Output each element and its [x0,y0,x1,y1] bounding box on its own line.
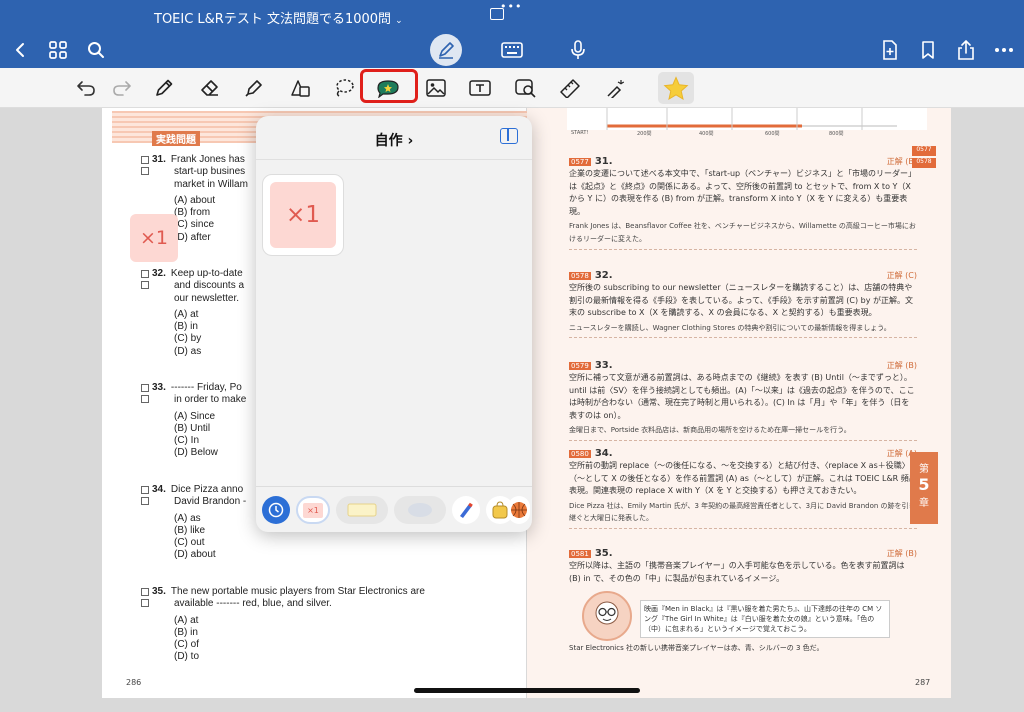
annotation-toolbar [0,68,1024,108]
grid-view-icon[interactable] [44,36,72,64]
keyboard-icon[interactable] [498,36,526,64]
sticker-set-title[interactable]: 自作 › [256,130,532,150]
title-bar: TOEIC L&Rテスト 文法問題でる1000問 ⌄ ••• [0,0,1024,32]
selected-tool-highlight [360,69,418,103]
popover-header: 自作 › [256,116,532,160]
more-icon[interactable] [990,36,1018,64]
search-icon[interactable] [82,36,110,64]
checkbox[interactable] [141,497,149,505]
recent-stickers-button[interactable] [262,496,290,524]
page-number: 286 [126,678,142,687]
bookmark-icon[interactable] [914,36,942,64]
checkbox[interactable] [141,384,149,392]
question-35: 35. The new portable music players from S… [141,586,425,664]
category-memo-button[interactable] [336,496,388,524]
add-page-icon[interactable] [876,36,904,64]
document-title[interactable]: TOEIC L&Rテスト 文法問題でる1000問 ⌄ [154,8,403,27]
category-ball-button[interactable] [508,496,530,524]
question-32: 32. Keep up-to-date and discounts a our n… [141,268,244,358]
favorite-sticker-button[interactable] [658,72,694,104]
memo-icon [347,503,377,517]
author-avatar [582,591,632,641]
highlighter-icon[interactable] [240,74,268,102]
category-tools-button[interactable] [452,496,480,524]
eraser-icon[interactable] [196,74,224,102]
checkbox[interactable] [141,486,149,494]
answer-entry-35: 0581 35. 正解 (B) 空所以降は、主語の「携帯音楽プレイヤー」の入手可能… [569,548,917,583]
pen-icon [439,42,454,59]
answer-35-translation: Star Electronics 社の新しい携帯音楽プレイヤーは赤、青、シルバー… [569,644,824,652]
checkbox[interactable] [141,588,149,596]
nav-bar [0,32,1024,68]
category-x1-button[interactable]: ×1 [296,496,330,524]
pen-mode-button[interactable] [430,34,462,66]
pen-tool-icon[interactable] [150,74,178,102]
sticker-item[interactable]: ×1 [262,174,344,256]
sticker-x1: ×1 [270,182,336,248]
image-icon[interactable] [422,74,450,102]
tip-box: 映画『Men in Black』は『黒い服を着た男たち』、山下達郎の往年の CM… [640,600,890,638]
shapes-icon[interactable] [286,74,314,102]
redo-icon[interactable] [108,74,136,102]
microphone-icon[interactable] [564,36,592,64]
clock-icon [268,502,284,518]
chapter-tab[interactable]: 第5章 [910,452,938,524]
home-indicator[interactable] [414,688,640,693]
checkbox[interactable] [141,156,149,164]
basketball-icon [511,502,527,518]
placed-sticker-x1[interactable]: ×1 [130,214,178,262]
text-box-icon[interactable] [466,74,494,102]
sticker-popover: 自作 › ×1 ×1 [256,116,532,532]
back-icon[interactable] [6,36,34,64]
star-icon [663,76,689,100]
camera-search-icon[interactable] [512,74,540,102]
checkbox[interactable] [141,270,149,278]
question-33: 33. ------- Friday, Po in order to make (… [141,382,246,460]
bag-icon [492,501,508,519]
share-icon[interactable] [952,36,980,64]
undo-icon[interactable] [72,74,100,102]
lasso-icon[interactable] [330,74,358,102]
timeline-labels: START! 200問 400問 600問 800問 [571,130,844,137]
pencil-ruler-icon [460,502,473,518]
laser-pointer-icon[interactable] [602,74,630,102]
checkbox[interactable] [141,395,149,403]
side-tabs: 0577 0578 [912,146,936,170]
checkbox[interactable] [141,599,149,607]
answer-entry-31: 0577 31. 正解 (B) 企業の変遷について述べる本文中で、「start-u… [569,156,917,250]
answer-entry-33: 0579 33. 正解 (B) 空所に補って文意が通る前置詞は、ある時点までの《継… [569,360,917,441]
answer-entry-34: 0580 34. 正解 (A) 空所前の動詞 replace（〜の後任になる、〜を… [569,448,917,529]
answer-entry-32: 0578 32. 正解 (C) 空所後の subscribing to our n… [569,270,917,339]
checkbox[interactable] [141,167,149,175]
sidebar-toggle-icon[interactable] [500,128,518,144]
multitasking-icon[interactable]: ••• [490,0,521,22]
checkbox[interactable] [141,281,149,289]
question-34: 34. Dice Pizza anno David Brandon - (A) a… [141,484,246,562]
sticker-category-bar: ×1 [256,486,532,532]
ruler-icon[interactable] [556,74,584,102]
section-label: 実践問題 [152,131,200,146]
category-bubble-button[interactable] [394,496,446,524]
bubble-icon [408,503,432,517]
page-number: 287 [915,678,931,687]
chevron-down-icon[interactable]: ⌄ [395,16,403,26]
